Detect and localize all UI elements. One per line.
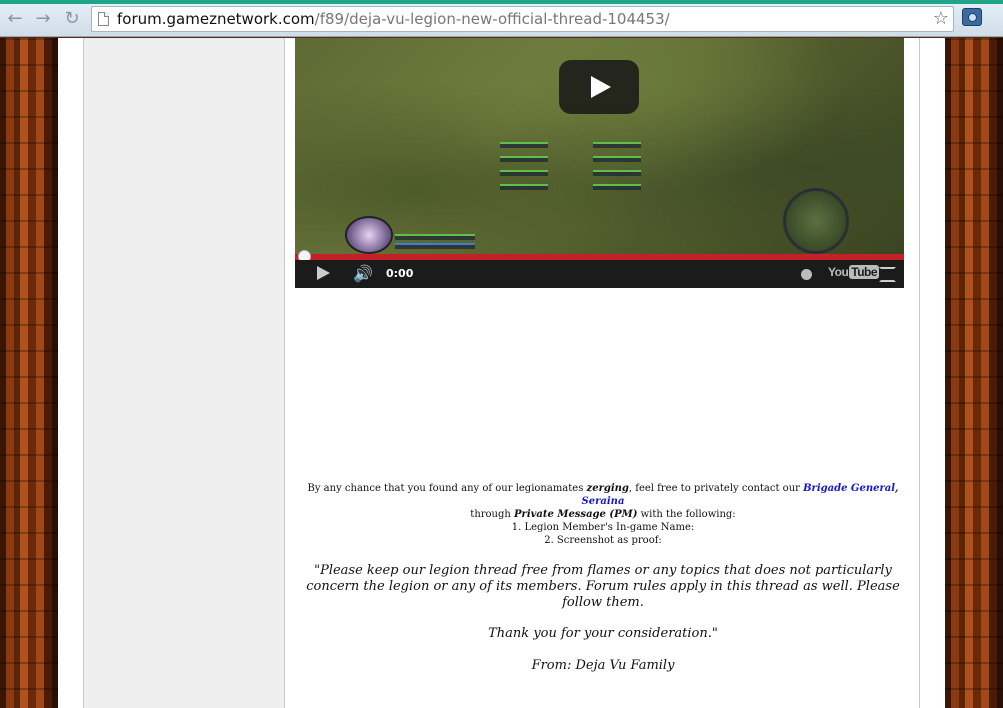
youtube-logo-tube: Tube: [849, 265, 880, 279]
video-controls: 🔊 0:00 You Tube: [295, 260, 904, 288]
youtube-video-player[interactable]: 🔊 0:00 You Tube: [295, 38, 904, 288]
play-icon[interactable]: [317, 266, 330, 280]
page-icon: [98, 12, 109, 26]
pm-text-2: with the following:: [637, 509, 736, 520]
watch-later-icon[interactable]: [801, 269, 812, 280]
list-item: 2. Screenshot as proof:: [544, 535, 662, 546]
hud-bar: [500, 184, 548, 190]
hud-bar: [500, 156, 548, 162]
url-host: forum.gameznetwork.com: [117, 10, 315, 28]
hud-bar: [593, 156, 641, 162]
pm-text-1: through: [470, 509, 515, 520]
rules-quote: "Please keep our legion thread free from…: [306, 563, 900, 610]
contact-text-1: By any chance that you found any of our …: [307, 483, 587, 494]
browser-toolbar: ← → ↻ forum.gameznetwork.com/f89/deja-vu…: [0, 0, 1003, 37]
left-decorative-border: [0, 38, 58, 708]
thanks-text: Thank you for your consideration.": [488, 626, 718, 641]
pm-text-em: Private Message (PM): [514, 509, 638, 520]
back-icon[interactable]: ←: [4, 9, 26, 29]
forward-icon[interactable]: →: [32, 9, 54, 29]
hud-bar: [593, 142, 641, 148]
pm-line: through Private Message (PM) with the fo…: [285, 508, 921, 521]
right-decorative-border: [945, 38, 1003, 708]
contact-line: By any chance that you found any of our …: [285, 482, 921, 508]
minimap: [783, 188, 849, 254]
hud-bar: [500, 142, 548, 148]
browser-accent-bar: [0, 0, 1003, 4]
contact-text-2: , feel free to privately contact our: [628, 483, 804, 494]
youtube-logo[interactable]: You Tube: [828, 265, 880, 279]
character-portrait: [345, 216, 393, 254]
post-body: By any chance that you found any of our …: [285, 482, 921, 674]
hud-bar: [593, 170, 641, 176]
list-item: 1. Legion Member's In-game Name:: [511, 522, 695, 533]
reload-icon[interactable]: ↻: [61, 9, 83, 29]
volume-icon[interactable]: 🔊: [353, 264, 373, 283]
post-author-sidebar: [83, 38, 285, 708]
zerging-text: zerging: [586, 483, 629, 494]
hud-bar: [500, 170, 548, 176]
hud-bar: [395, 234, 475, 240]
play-button[interactable]: [559, 60, 639, 114]
address-bar[interactable]: forum.gameznetwork.com/f89/deja-vu-legio…: [91, 6, 954, 32]
youtube-logo-you: You: [828, 265, 849, 279]
hud-bar: [395, 243, 475, 249]
hud-bar: [593, 184, 641, 190]
current-time: 0:00: [386, 267, 414, 280]
fullscreen-icon[interactable]: [879, 267, 896, 282]
url-text[interactable]: forum.gameznetwork.com/f89/deja-vu-legio…: [117, 10, 670, 28]
camera-icon[interactable]: [962, 8, 982, 26]
star-icon[interactable]: ☆: [933, 8, 949, 29]
signature-text: From: Deja Vu Family: [531, 658, 675, 673]
url-path: /f89/deja-vu-legion-new-official-thread-…: [314, 10, 670, 28]
